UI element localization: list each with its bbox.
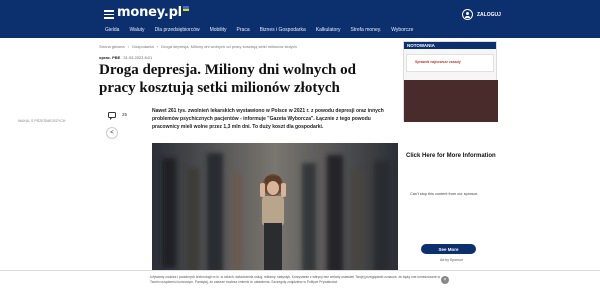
nav-item-kalkulatory[interactable]: Kalkulatory [316, 27, 341, 33]
cookie-text: Używamy cookies i podobnych technologii … [150, 275, 440, 284]
hamburger-menu-icon[interactable] [104, 10, 114, 19]
notowania-widget[interactable]: NOTOWANIA Sprawdź najnowsze zasady [403, 41, 498, 122]
article-title: Droga depresja. Miliony dni wolnych od p… [99, 62, 356, 96]
nav-item-strefa-money[interactable]: Strefa money. [350, 27, 381, 33]
nav-item-praca[interactable]: Praca [237, 27, 250, 33]
sponsor-title[interactable]: Click Here for More Information [406, 153, 496, 159]
ad-by-label: Ad by Sponsor [440, 258, 463, 262]
breadcrumb-sep: › [156, 44, 159, 49]
cookie-close-button[interactable]: × [441, 276, 449, 284]
publish-date: 31.03.2023 8:01 [123, 55, 153, 60]
author: oprac. PBE [99, 55, 121, 60]
article-meta: oprac. PBE 31.03.2023 8:01 [99, 55, 152, 60]
see-more-button[interactable]: See More [421, 244, 476, 254]
sponsor-text: Can't stop this content from our sponsor… [410, 192, 479, 196]
comments-button[interactable]: 25 [108, 112, 127, 120]
share-button[interactable]: < [106, 127, 118, 139]
nav-item-gielda[interactable]: Gielda [105, 27, 119, 33]
share-icon: < [110, 130, 114, 136]
logo-text[interactable]: money.pl [117, 5, 182, 20]
breadcrumb-sep: › [127, 44, 129, 49]
nav-item-wyborcze[interactable]: Wyborcze [391, 27, 413, 33]
notowania-image[interactable] [404, 80, 498, 122]
ad-banner-text[interactable]: Sprawdź najnowsze zasady [415, 60, 461, 64]
ad-banner[interactable]: Sprawdź najnowsze zasady [406, 54, 494, 72]
nav-item-biznes[interactable]: Biznes i Gospodarka [260, 27, 306, 33]
breadcrumb-current: Droga depresja. Miliony dni wolnych od p… [161, 44, 297, 49]
nav-item-waluty[interactable]: Waluty [129, 27, 144, 33]
nav-item-mobility[interactable]: Mobility [210, 27, 227, 33]
breadcrumb-home[interactable]: Strona główna [99, 44, 125, 49]
breadcrumb: Strona główna › Gospodarka › Droga depre… [99, 44, 297, 49]
article-lead: Nawet 261 tys. zwolnień lekarskich wysta… [152, 108, 384, 130]
nav-item-dla-przedsiebiorcow[interactable]: Dla przedsiębiorców [155, 27, 200, 33]
comment-count: 25 [122, 112, 128, 117]
money-pl-logo[interactable]: money.pl [117, 5, 189, 20]
comment-icon [108, 112, 116, 120]
article-photo-image [152, 143, 398, 273]
cookie-banner: Używamy cookies i podobnych technologii … [0, 270, 600, 288]
login-label[interactable]: ZALOGUJ [477, 12, 501, 18]
main-nav: Gielda Waluty Dla przedsiębiorców Mobili… [0, 21, 600, 38]
user-icon [462, 9, 473, 20]
flag-icon [182, 6, 189, 11]
image-caption: WAKAL S PRZEŚNIEJSZYCH [18, 119, 66, 123]
top-navigation-bar: money.pl ZALOGUJ Gielda Waluty Dla przed… [0, 0, 600, 38]
login-button[interactable]: ZALOGUJ [462, 9, 501, 20]
breadcrumb-gospodarka[interactable]: Gospodarka [132, 44, 154, 49]
notowania-label: NOTOWANIA [404, 42, 496, 49]
article-photo [152, 143, 398, 273]
right-column: NOTOWANIA Sprawdź najnowsze zasady [403, 41, 498, 122]
